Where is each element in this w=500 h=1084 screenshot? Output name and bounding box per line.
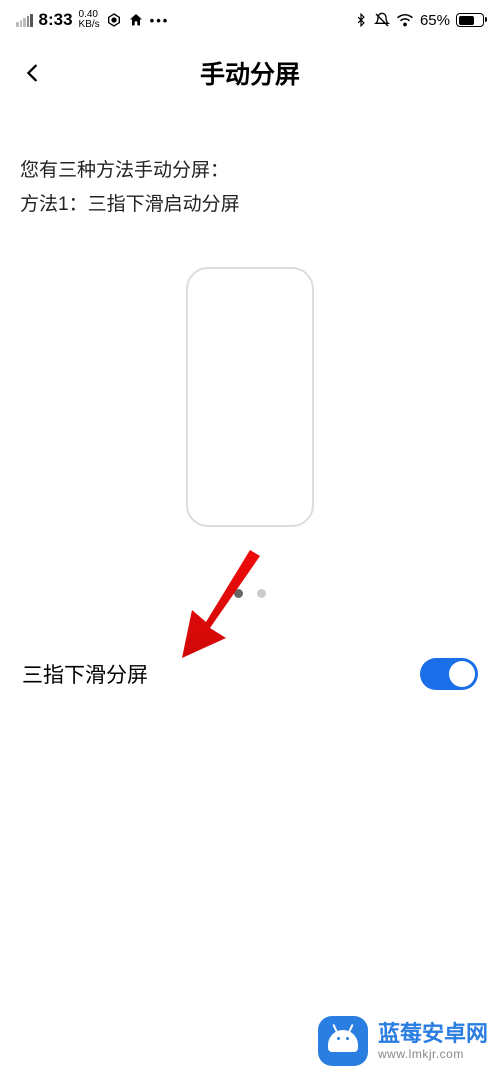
net-speed-unit: KB/s xyxy=(79,20,100,30)
description-line1: 您有三种方法手动分屏： xyxy=(20,156,480,186)
battery-icon xyxy=(456,13,484,27)
phone-illustration xyxy=(186,267,314,527)
page-dot-2[interactable] xyxy=(257,589,266,598)
bluetooth-icon xyxy=(354,13,368,27)
page-dot-1[interactable] xyxy=(234,589,243,598)
setting-row-three-finger: 三指下滑分屏 xyxy=(0,658,500,690)
status-left: 8:33 0.40 KB/s ••• xyxy=(16,10,169,30)
status-bar: 8:33 0.40 KB/s ••• 65% xyxy=(0,0,500,38)
signal-icon xyxy=(16,14,33,27)
illustration-container xyxy=(0,267,500,527)
setting-label: 三指下滑分屏 xyxy=(22,659,148,689)
battery-percentage: 65% xyxy=(420,12,450,29)
three-finger-toggle[interactable] xyxy=(420,658,478,690)
pagination-dots[interactable] xyxy=(0,589,500,598)
page-header: 手动分屏 xyxy=(0,38,500,108)
toggle-knob xyxy=(449,661,475,687)
watermark-badge: 蓝莓安卓网 www.lmkjr.com xyxy=(318,1016,488,1066)
home-icon xyxy=(128,12,144,28)
bell-off-icon xyxy=(374,12,390,28)
watermark-title: 蓝莓安卓网 xyxy=(378,1021,488,1047)
status-time: 8:33 xyxy=(39,10,73,30)
net-speed-indicator: 0.40 KB/s xyxy=(79,10,100,30)
description-line2: 方法1：三指下滑启动分屏 xyxy=(20,190,480,220)
status-right: 65% xyxy=(354,12,484,29)
page-title: 手动分屏 xyxy=(20,55,480,91)
description-block: 您有三种方法手动分屏： 方法1：三指下滑启动分屏 xyxy=(0,108,500,221)
watermark-text: 蓝莓安卓网 www.lmkjr.com xyxy=(378,1021,488,1062)
wifi-icon xyxy=(396,13,414,27)
hex-icon xyxy=(106,12,122,28)
back-button[interactable] xyxy=(22,62,44,84)
watermark-url: www.lmkjr.com xyxy=(378,1047,488,1061)
more-icon: ••• xyxy=(150,13,170,28)
android-logo-icon xyxy=(318,1016,368,1066)
arrow-annotation-icon xyxy=(182,550,282,660)
